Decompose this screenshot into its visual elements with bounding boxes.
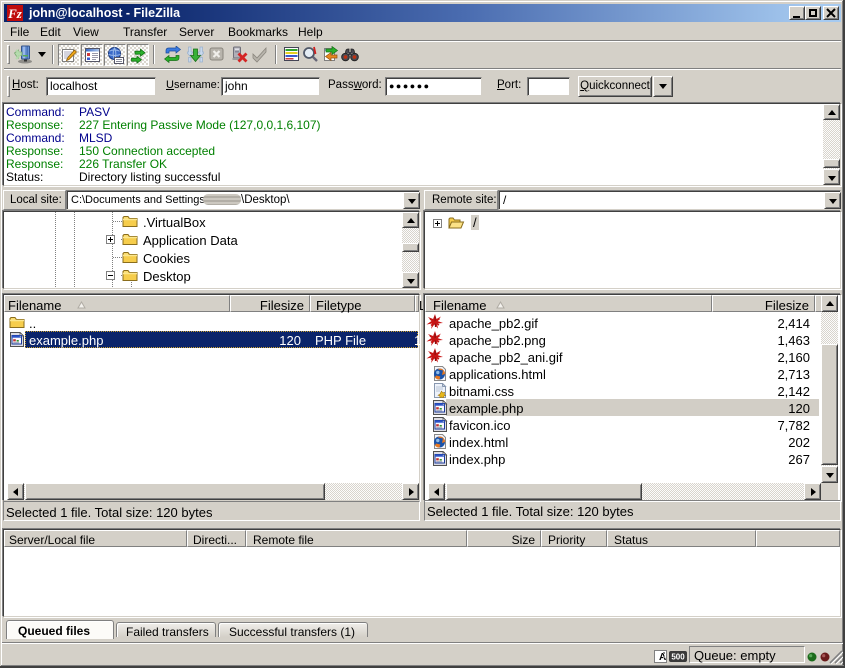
svg-text:500: 500 <box>671 653 685 662</box>
svg-text:A: A <box>659 652 666 663</box>
svg-text:Fz: Fz <box>7 6 23 21</box>
